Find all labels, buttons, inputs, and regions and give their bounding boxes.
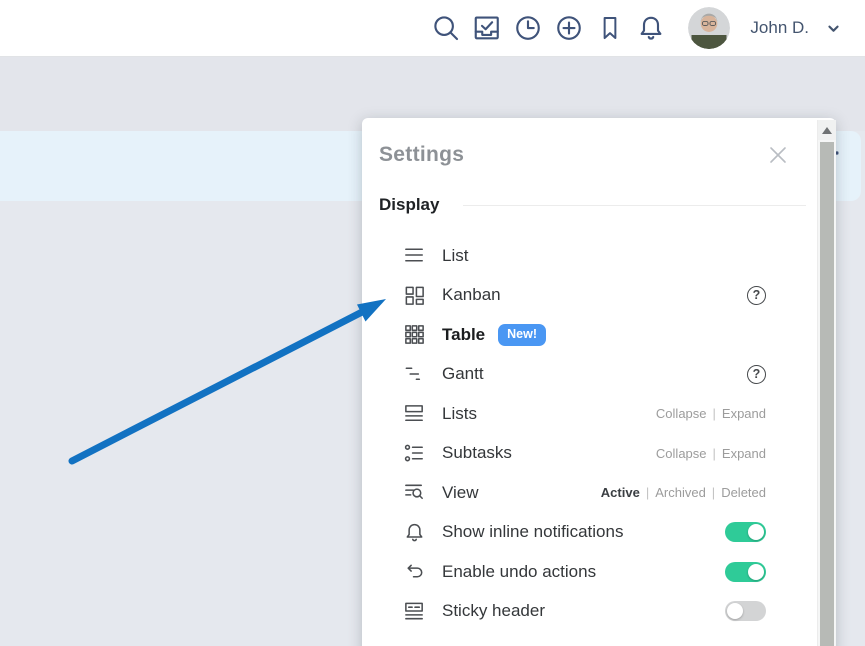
settings-row-subtasks[interactable]: Subtasks Collapse | Expand [402,434,766,474]
kanban-icon [402,283,426,307]
settings-row-undo-actions[interactable]: Enable undo actions [402,552,766,592]
bell-icon [402,520,426,544]
avatar[interactable] [688,7,730,49]
settings-row-view[interactable]: View Active | Archived | Deleted [402,473,766,513]
undo-actions-toggle[interactable] [725,562,766,582]
pipe-separator: | [713,406,716,421]
close-icon[interactable] [768,145,788,165]
notifications-icon[interactable] [635,13,666,44]
scroll-up-icon [822,127,832,134]
user-name[interactable]: John D. [750,18,809,38]
settings-row-gantt[interactable]: Gantt ? [402,355,766,395]
expand-link[interactable]: Expand [722,406,766,421]
chevron-down-icon[interactable] [826,21,841,36]
settings-row-inline-notifications[interactable]: Show inline notifications [402,513,766,553]
pipe-separator: | [712,485,715,500]
expand-link[interactable]: Expand [722,446,766,461]
scrollbar-thumb[interactable] [820,142,834,646]
undo-icon [402,560,426,584]
gantt-icon [402,362,426,386]
row-label: Sticky header [442,601,545,621]
row-label: Show inline notifications [442,522,623,542]
filter-archived[interactable]: Archived [655,485,706,500]
row-label: Table [442,325,485,345]
sticky-header-toggle[interactable] [725,601,766,621]
inline-notifications-toggle[interactable] [725,522,766,542]
panel-title: Settings [379,143,464,167]
subtasks-icon [402,441,426,465]
pipe-separator: | [646,485,649,500]
row-label: Gantt [442,364,484,384]
settings-rows: List Kanban ? Table New! [402,236,766,631]
row-label: Subtasks [442,443,512,463]
lists-icon [402,402,426,426]
add-icon[interactable] [553,13,584,44]
section-divider [463,205,806,206]
task-inbox-icon[interactable] [471,13,502,44]
row-label: Enable undo actions [442,562,596,582]
list-view-icon [402,244,426,268]
row-label: Kanban [442,285,501,305]
row-label: List [442,246,468,266]
bookmark-icon[interactable] [594,13,625,44]
view-filter-icon [402,481,426,505]
collapse-link[interactable]: Collapse [656,446,707,461]
settings-row-kanban[interactable]: Kanban ? [402,276,766,316]
pipe-separator: | [713,446,716,461]
sticky-header-icon [402,599,426,623]
settings-row-list[interactable]: List [402,236,766,276]
filter-active[interactable]: Active [601,485,640,500]
app-window: John D. Add List Add Task [0,0,865,646]
settings-row-table[interactable]: Table New! [402,315,766,355]
filter-deleted[interactable]: Deleted [721,485,766,500]
scroll-up-button[interactable] [818,120,836,140]
new-badge: New! [498,324,546,346]
table-icon [402,323,426,347]
display-section-header: Display [379,194,806,216]
top-header: John D. [0,0,865,57]
help-icon[interactable]: ? [747,286,766,305]
settings-panel: Settings Display List Kanban ? [362,118,836,646]
settings-row-sticky-header[interactable]: Sticky header [402,592,766,632]
row-label: Lists [442,404,477,424]
collapse-link[interactable]: Collapse [656,406,707,421]
section-title: Display [379,195,439,215]
row-label: View [442,483,479,503]
search-icon[interactable] [430,13,461,44]
recent-icon[interactable] [512,13,543,44]
help-icon[interactable]: ? [747,365,766,384]
settings-row-lists[interactable]: Lists Collapse | Expand [402,394,766,434]
panel-scrollbar [817,120,836,646]
